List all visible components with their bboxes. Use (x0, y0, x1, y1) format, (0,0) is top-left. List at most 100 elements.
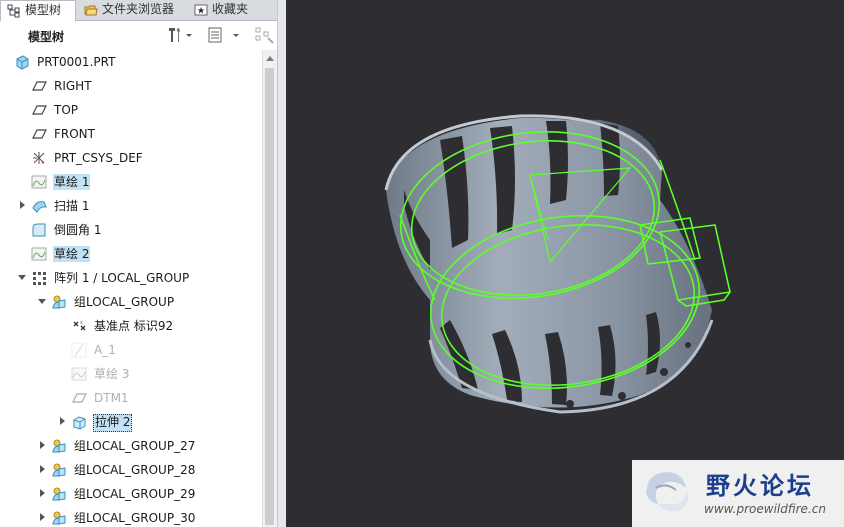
group-icon (52, 439, 66, 453)
svg-text:x: x (80, 320, 83, 326)
watermark-url: www.proewildfire.cn (704, 502, 826, 516)
expand-arrow-down-icon[interactable] (17, 272, 27, 282)
tree-item-label: 组LOCAL_GROUP_29 (74, 487, 196, 501)
sketch-icon (31, 175, 47, 189)
tab-model-tree[interactable]: 模型树 (0, 0, 76, 21)
tree-item-label: A_1 (94, 343, 116, 357)
tab-folder-browser[interactable]: 文件夹浏览器 (78, 0, 186, 20)
tree-item[interactable]: 阵列 1 / LOCAL_GROUP (0, 267, 262, 289)
datum-plane-icon (32, 105, 47, 115)
round-icon (32, 223, 46, 237)
tree-item-label: 组LOCAL_GROUP_28 (74, 463, 196, 477)
group-icon (52, 511, 66, 525)
tree-item-label: 拉伸 2 (93, 414, 133, 432)
tab-label: 模型树 (25, 3, 62, 17)
tree-item-label: 组LOCAL_GROUP (74, 295, 175, 309)
expand-arrow-right-icon[interactable] (37, 488, 47, 498)
datum-plane-icon (32, 81, 47, 91)
tree-item[interactable]: RIGHT (0, 75, 262, 97)
tree-item[interactable]: 草绘 1 (0, 171, 262, 193)
tree-item-label: 组LOCAL_GROUP_27 (74, 439, 196, 453)
tree-item[interactable]: 草绘 3 (0, 363, 262, 385)
tree-filter-icon (255, 27, 274, 44)
expand-arrow-right-icon[interactable] (37, 464, 47, 474)
tree-item[interactable]: 组LOCAL_GROUP_28 (0, 459, 262, 481)
tree-item-label: 草绘 1 (53, 174, 91, 190)
tree-item-label: 倒圆角 1 (54, 223, 102, 237)
expand-arrow-right-icon[interactable] (57, 416, 67, 426)
tree-item[interactable]: 草绘 2 (0, 243, 262, 265)
tree-item[interactable]: 组LOCAL_GROUP_30 (0, 507, 262, 527)
tree-item[interactable]: 组LOCAL_GROUP_27 (0, 435, 262, 457)
expand-arrow-right-icon[interactable] (17, 200, 27, 210)
tree-item-label: PRT_CSYS_DEF (54, 151, 143, 165)
tab-label: 收藏夹 (212, 2, 249, 16)
datum-plane-icon (72, 393, 87, 403)
extrude-icon (73, 416, 86, 430)
model-3d-view[interactable] (286, 0, 844, 527)
tree-item[interactable]: DTM1 (0, 387, 262, 409)
tree-item[interactable]: 组LOCAL_GROUP (0, 291, 262, 313)
sketch-icon (31, 247, 47, 261)
csys-icon: x (33, 152, 45, 166)
tree-item-label: DTM1 (94, 391, 129, 405)
tree-item-label: 扫描 1 (54, 199, 90, 213)
group-icon (52, 487, 66, 501)
tree-item[interactable]: 扫描 1 (0, 195, 262, 217)
tree-item-label: 草绘 2 (53, 246, 91, 262)
favorites-icon (194, 4, 208, 16)
tree-item-label: 组LOCAL_GROUP_30 (74, 511, 196, 525)
expand-arrow-right-icon[interactable] (37, 440, 47, 450)
scroll-up-arrow-icon[interactable] (266, 56, 274, 61)
scrollbar-thumb[interactable] (265, 68, 274, 525)
show-button[interactable] (206, 26, 242, 44)
tree-item[interactable]: x PRT_CSYS_DEF (0, 147, 262, 169)
tree-item[interactable]: 拉伸 2 (0, 411, 262, 433)
proewildfire-logo-icon (646, 472, 689, 512)
tree-filter-button[interactable] (254, 26, 276, 44)
tree-item-label: PRT0001.PRT (37, 55, 116, 69)
settings-button[interactable] (166, 26, 194, 44)
model-tree-panel: 模型树 文件夹浏览器 收藏夹 模型树 PRT0001.PRT RIGHT TOP… (0, 0, 285, 527)
datum-plane-icon (32, 129, 47, 139)
watermark: 野火论坛 www.proewildfire.cn (632, 460, 844, 527)
expand-arrow-down-icon[interactable] (37, 296, 47, 306)
model-tree: PRT0001.PRT RIGHT TOP FRONT x PRT_CSYS_DEF 草绘 … (0, 50, 262, 527)
part-icon (16, 55, 29, 70)
tree-title: 模型树 (28, 30, 65, 44)
tree-item-label: FRONT (54, 127, 95, 141)
show-list-icon (208, 27, 222, 43)
tree-item[interactable]: FRONT (0, 123, 262, 145)
graphics-viewport[interactable] (286, 0, 844, 527)
sweep-icon (32, 201, 47, 213)
tree-item-label: RIGHT (54, 79, 92, 93)
group-icon (52, 295, 66, 309)
sketch-icon (71, 367, 87, 381)
tree-item[interactable]: 倒圆角 1 (0, 219, 262, 241)
panel-splitter[interactable] (277, 0, 286, 527)
tree-item-label: 基准点 标识92 (94, 319, 174, 333)
expand-arrow-right-icon[interactable] (37, 512, 47, 522)
svg-text:x: x (41, 160, 44, 166)
folder-browser-icon (84, 5, 98, 16)
navigator-tab-bar: 模型树 文件夹浏览器 收藏夹 (0, 0, 285, 21)
tree-item[interactable]: 组LOCAL_GROUP_29 (0, 483, 262, 505)
tab-label: 文件夹浏览器 (102, 2, 175, 16)
pattern-icon (33, 272, 46, 285)
tree-item-label: 草绘 3 (94, 367, 130, 381)
tree-scrollbar[interactable] (262, 50, 277, 527)
tools-icon (169, 28, 180, 42)
model-tree-icon (7, 4, 20, 18)
watermark-title: 野火论坛 (706, 472, 814, 500)
datum-point-icon: x (73, 320, 86, 331)
tree-item[interactable]: A_1 (0, 339, 262, 361)
tree-item-label: 阵列 1 / LOCAL_GROUP (54, 271, 190, 285)
tree-item[interactable]: x 基准点 标识92 (0, 315, 262, 337)
tree-item[interactable]: PRT0001.PRT (0, 51, 262, 73)
tree-header: 模型树 (0, 21, 285, 49)
tree-item[interactable]: TOP (0, 99, 262, 121)
chevron-down-icon (233, 34, 239, 37)
tab-favorites[interactable]: 收藏夹 (188, 0, 260, 20)
tree-item-label: TOP (54, 103, 79, 117)
datum-axis-icon (71, 342, 87, 358)
